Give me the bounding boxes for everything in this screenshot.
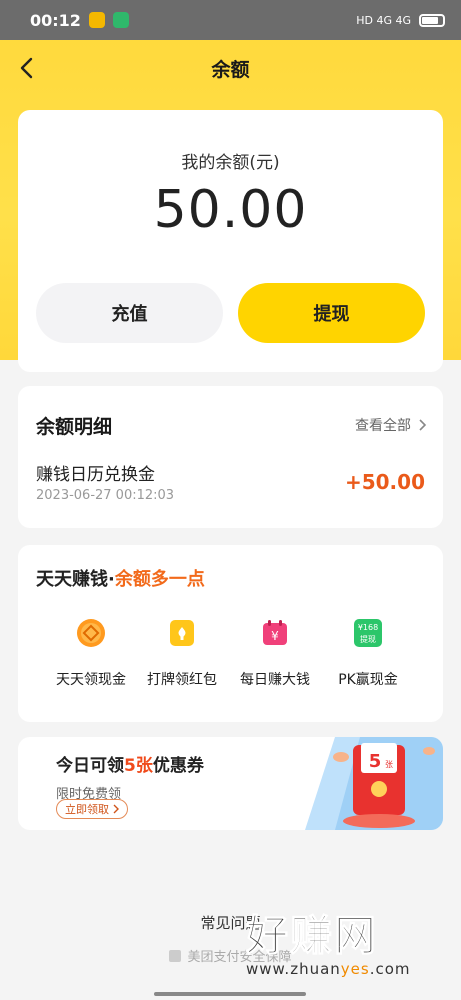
- watermark-title: 好赚网: [246, 911, 379, 960]
- calendar-yuan-icon: ¥: [263, 620, 287, 645]
- balance-detail-card: 余额明细 查看全部 赚钱日历兑换金 2023-06-27 00:12:03 +5…: [18, 386, 443, 528]
- shield-icon: [169, 950, 182, 962]
- withdraw-button[interactable]: 提现: [238, 283, 425, 343]
- watermark-url-hi: yes: [340, 960, 370, 978]
- red-envelope-coupon-icon: 5 张: [305, 737, 443, 830]
- chevron-right-icon: [113, 804, 119, 814]
- transaction-time: 2023-06-27 00:12:03: [36, 488, 175, 503]
- cash-badge-top: ¥168: [358, 623, 378, 632]
- earn-item-daily-earn[interactable]: ¥ 每日赚大钱: [230, 617, 320, 689]
- coupon-art-number: 5: [369, 751, 382, 772]
- earn-item-label: 每日赚大钱: [240, 672, 310, 688]
- balance-value: 50.00: [153, 180, 308, 240]
- recharge-button[interactable]: 充值: [36, 283, 223, 343]
- watermark: 好赚网 www.zhuanyes.com: [246, 911, 446, 992]
- earn-item-label: 打牌领红包: [147, 672, 217, 688]
- coupon-banner[interactable]: 今日可领5张优惠券 限时免费领 立即领取 5 张: [18, 737, 443, 830]
- claim-now-label: 立即领取: [65, 803, 109, 816]
- earn-item-daily-cash[interactable]: 天天领现金: [46, 617, 136, 689]
- balance-card: 我的余额(元) 50.00 充值 提现: [18, 110, 443, 372]
- card-icon: [170, 620, 194, 646]
- transaction-amount: +50.00: [344, 470, 425, 494]
- earn-section-title: 天天赚钱·余额多一点: [36, 565, 205, 591]
- coin-icon: [77, 619, 105, 647]
- watermark-url-post: .com: [369, 960, 411, 978]
- earn-title-main: 天天赚钱·: [36, 569, 115, 590]
- status-time: 00:12: [30, 10, 81, 30]
- chevron-right-icon: [419, 419, 427, 431]
- claim-now-button[interactable]: 立即领取: [56, 799, 128, 819]
- earn-item-label: 天天领现金: [56, 672, 126, 688]
- coupon-title: 今日可领5张优惠券: [56, 751, 204, 776]
- status-indicators: HD 4G 4G: [356, 13, 445, 27]
- svg-text:¥: ¥: [271, 629, 279, 643]
- earn-item-label: PK赢现金: [338, 672, 398, 688]
- cash-badge-icon: ¥168 提现: [354, 619, 382, 647]
- earn-item-card-game[interactable]: 打牌领红包: [137, 617, 227, 689]
- view-all-link[interactable]: 查看全部: [355, 415, 427, 435]
- earn-card: 天天赚钱·余额多一点 天天领现金 打牌领红包 ¥ 每日赚大钱 ¥168 提现 P…: [18, 545, 443, 722]
- view-all-label: 查看全部: [355, 418, 411, 434]
- earn-title-highlight: 余额多一点: [114, 569, 205, 590]
- coupon-art-unit: 张: [385, 760, 393, 769]
- chat-notification-icon: [112, 12, 129, 28]
- earn-item-pk-cash[interactable]: ¥168 提现 PK赢现金: [323, 617, 413, 689]
- detail-section-title: 余额明细: [36, 416, 113, 438]
- watermark-url-pre: www.zhuan: [246, 960, 341, 978]
- app-notification-icon: [88, 12, 105, 28]
- cash-badge-bottom: 提现: [360, 634, 376, 644]
- status-bar: 00:12 HD 4G 4G: [0, 0, 461, 40]
- battery-icon: [419, 13, 445, 27]
- coupon-title-pre: 今日可领: [56, 756, 124, 776]
- back-arrow-icon[interactable]: [14, 54, 42, 82]
- network-text: HD 4G 4G: [356, 13, 411, 27]
- page-title: 余额: [211, 58, 250, 81]
- coupon-title-highlight: 5张: [124, 756, 153, 776]
- nav-bar: 余额: [0, 40, 461, 96]
- watermark-url: www.zhuanyes.com: [246, 960, 446, 978]
- transaction-name: 赚钱日历兑换金: [36, 465, 155, 485]
- home-indicator[interactable]: [154, 992, 306, 996]
- coupon-title-post: 优惠券: [152, 756, 204, 776]
- balance-label: 我的余额(元): [181, 153, 280, 173]
